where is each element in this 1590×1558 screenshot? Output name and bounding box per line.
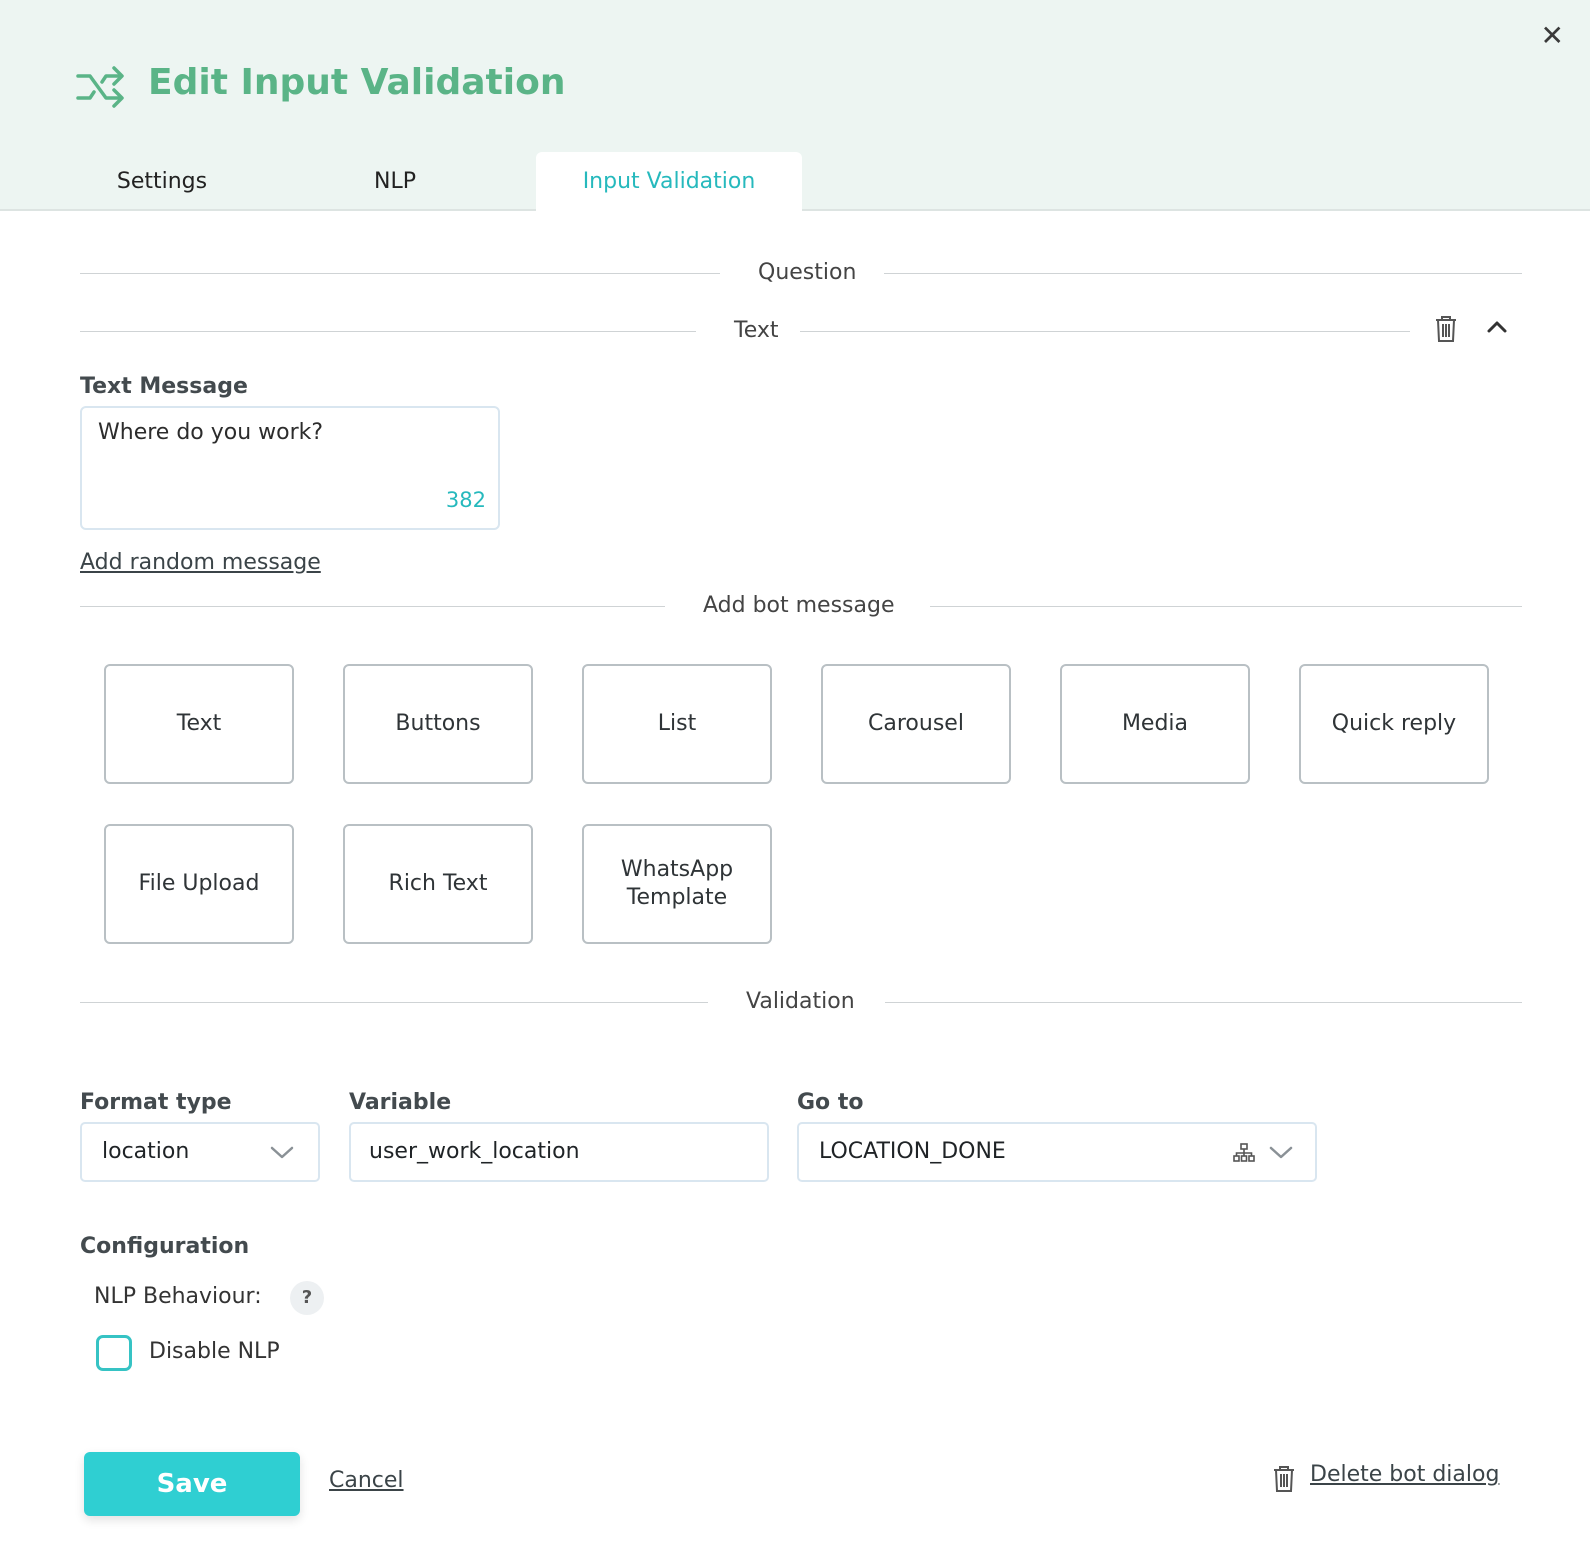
format-type-value: location — [102, 1139, 190, 1164]
trash-icon[interactable] — [1272, 1465, 1296, 1493]
disable-nlp-label[interactable]: Disable NLP — [149, 1337, 280, 1367]
text-message-label: Text Message — [80, 374, 248, 399]
goto-label: Go to — [797, 1090, 864, 1115]
variable-label: Variable — [349, 1090, 452, 1115]
trash-icon[interactable] — [1434, 315, 1458, 343]
validation-section-label: Validation — [734, 987, 867, 1017]
validation-divider: Validation — [80, 987, 1522, 1017]
tile-rich-text[interactable]: Rich Text — [343, 824, 533, 944]
goto-value: LOCATION_DONE — [819, 1139, 1006, 1164]
shuffle-arrows-icon — [76, 66, 124, 108]
nlp-behaviour-label: NLP Behaviour: — [94, 1284, 262, 1309]
add-bot-message-divider: Add bot message — [80, 591, 1522, 621]
tab-input-validation[interactable]: Input Validation — [536, 152, 802, 213]
chevron-up-icon[interactable] — [1484, 314, 1510, 340]
tile-media[interactable]: Media — [1060, 664, 1250, 784]
format-type-label: Format type — [80, 1090, 232, 1115]
tile-quick-reply[interactable]: Quick reply — [1299, 664, 1489, 784]
tab-settings[interactable]: Settings — [82, 152, 242, 213]
close-icon[interactable]: ✕ — [1541, 20, 1564, 52]
text-block-label: Text — [722, 316, 791, 346]
chevron-down-icon — [1269, 1146, 1293, 1159]
tile-text[interactable]: Text — [104, 664, 294, 784]
add-random-message-link[interactable]: Add random message — [80, 550, 321, 575]
question-divider: Question — [80, 258, 1522, 288]
tile-whatsapp-template[interactable]: WhatsApp Template — [582, 824, 772, 944]
add-bot-message-label: Add bot message — [691, 591, 907, 621]
text-block-divider: Text — [80, 316, 1410, 346]
variable-input[interactable]: user_work_location — [349, 1122, 769, 1182]
tile-list[interactable]: List — [582, 664, 772, 784]
tab-nlp[interactable]: NLP — [320, 152, 470, 213]
configuration-label: Configuration — [80, 1234, 250, 1259]
tile-buttons[interactable]: Buttons — [343, 664, 533, 784]
dialog-header: ✕ Edit Input Validation Settings NLP Inp… — [0, 0, 1590, 213]
tile-carousel[interactable]: Carousel — [821, 664, 1011, 784]
disable-nlp-checkbox[interactable] — [96, 1335, 132, 1371]
help-icon[interactable]: ? — [290, 1281, 324, 1315]
save-button[interactable]: Save — [84, 1452, 300, 1516]
cancel-link[interactable]: Cancel — [329, 1468, 404, 1493]
question-section-label: Question — [746, 258, 869, 288]
char-counter: 382 — [445, 488, 486, 512]
chevron-down-icon — [270, 1146, 294, 1159]
tile-file-upload[interactable]: File Upload — [104, 824, 294, 944]
dialog-title: Edit Input Validation — [148, 62, 566, 103]
delete-bot-dialog-link[interactable]: Delete bot dialog — [1310, 1462, 1499, 1487]
sitemap-icon[interactable] — [1233, 1143, 1255, 1163]
